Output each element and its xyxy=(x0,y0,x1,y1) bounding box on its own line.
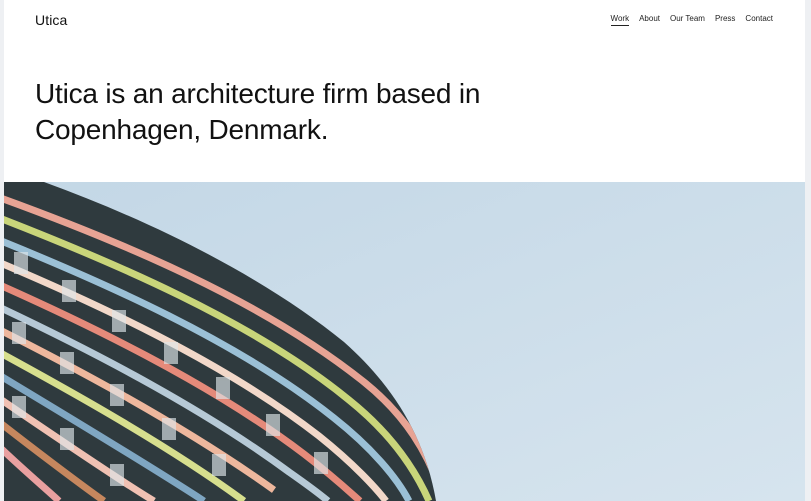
page: Utica Work About Our Team Press Contact … xyxy=(4,0,805,501)
main-nav: Work About Our Team Press Contact xyxy=(610,14,773,26)
nav-item-our-team[interactable]: Our Team xyxy=(670,14,705,26)
hero-image xyxy=(4,182,805,501)
nav-item-press[interactable]: Press xyxy=(715,14,735,26)
nav-item-contact[interactable]: Contact xyxy=(745,14,773,26)
nav-item-work[interactable]: Work xyxy=(610,14,630,26)
site-header: Utica Work About Our Team Press Contact xyxy=(4,0,805,40)
hero-heading: Utica is an architecture firm based in C… xyxy=(35,78,481,145)
nav-item-about[interactable]: About xyxy=(639,14,660,26)
site-title[interactable]: Utica xyxy=(35,12,67,28)
